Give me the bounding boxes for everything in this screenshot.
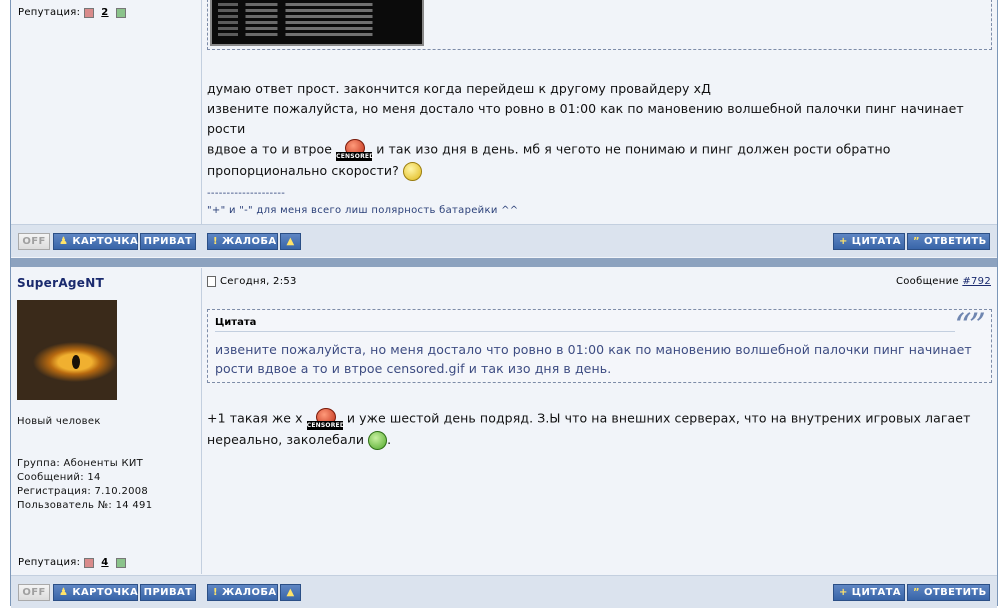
post2-body: +1 такая же х CENSORED и уже шестой день…: [207, 408, 992, 450]
private-message-button[interactable]: ПРИВАТ: [140, 584, 196, 601]
post1-button-row: OFF ♟ КАРТОЧКА ПРИВАТ ! ЖАЛОБА ▲ + ЦИТАТА ”…: [11, 224, 997, 257]
profile-button[interactable]: ♟ КАРТОЧКА: [53, 584, 138, 601]
post-number: Сообщение #792: [896, 276, 991, 287]
reply-button[interactable]: ” ОТВЕТИТЬ: [907, 233, 990, 250]
reputation-label: Репутация:: [18, 7, 81, 18]
screenshot-image[interactable]: [210, 0, 424, 46]
quote-divider: [215, 331, 955, 332]
quote-button-label: ЦИТАТА: [851, 587, 901, 598]
quote-button-label: ЦИТАТА: [851, 236, 901, 247]
user-group: Группа: Абоненты КИТ: [17, 458, 144, 469]
quote-title: Цитата: [215, 317, 257, 328]
online-status-button[interactable]: OFF: [18, 584, 50, 601]
post-text-fragment: вдвое а то и втрое: [207, 141, 333, 157]
post-text-line: +1 такая же х CENSORED и уже шестой день…: [207, 408, 992, 430]
profile-button-label: КАРТОЧКА: [72, 236, 139, 247]
arrow-up-icon: ▲: [286, 587, 295, 598]
signature-separator: --------------------: [207, 188, 286, 199]
post-text-fragment: .: [387, 432, 392, 447]
post-text-fragment: пропорционально скорости?: [207, 163, 399, 178]
user-rank: Новый человек: [17, 416, 101, 427]
exclamation-icon: !: [213, 236, 218, 247]
quote-marks-icon: ”: [913, 236, 920, 247]
online-status-button[interactable]: OFF: [18, 233, 50, 250]
scroll-top-button[interactable]: ▲: [280, 233, 301, 250]
quote-text: извените пожалуйста, но меня достало что…: [215, 340, 985, 378]
scroll-top-button[interactable]: ▲: [280, 584, 301, 601]
quote-marks-icon: ”: [913, 587, 920, 598]
user-icon: ♟: [59, 587, 69, 598]
post-text-fragment: нереально, заколебали: [207, 432, 365, 447]
report-button-label: ЖАЛОБА: [221, 587, 277, 598]
post-text-fragment: и уже шестой день подряд. З.Ы что на вне…: [346, 410, 971, 426]
sick-smiley-icon: [368, 431, 388, 450]
report-button[interactable]: ! ЖАЛОБА: [207, 233, 278, 250]
post-number-label: Сообщение: [895, 276, 959, 287]
post-text-line: нереально, заколебали .: [207, 430, 992, 450]
post-date-header: Сегодня, 2:53: [207, 276, 297, 287]
reputation-label: Репутация:: [18, 557, 81, 568]
post-date: Сегодня, 2:53: [220, 276, 297, 287]
post-text-line: извените пожалуйста, но меня достало что…: [207, 101, 964, 136]
profile-button-label: КАРТОЧКА: [72, 587, 139, 598]
report-button[interactable]: ! ЖАЛОБА: [207, 584, 278, 601]
reputation-plus-icon[interactable]: [115, 557, 126, 568]
reputation-post2: Репутация: 4: [18, 557, 126, 568]
reply-button-label: ОТВЕТИТЬ: [923, 587, 987, 598]
post-author[interactable]: SuperAgeNT: [17, 276, 104, 290]
post-separator-bar: [11, 258, 997, 267]
reputation-plus-icon[interactable]: [115, 7, 126, 18]
post-number-link[interactable]: #792: [962, 276, 991, 287]
post1-body: думаю ответ прост. закончится когда пере…: [207, 79, 992, 181]
censored-smiley-icon: CENSORED: [306, 408, 345, 430]
reply-button[interactable]: ” ОТВЕТИТЬ: [907, 584, 990, 601]
quote-button[interactable]: + ЦИТАТА: [833, 584, 905, 601]
report-button-label: ЖАЛОБА: [221, 236, 277, 247]
censored-smiley-icon: CENSORED: [336, 139, 375, 161]
reply-button-label: ОТВЕТИТЬ: [923, 236, 987, 247]
post-text-line: пропорционально скорости?: [207, 161, 992, 181]
post-text-fragment: +1 такая же х: [207, 410, 303, 426]
reputation-minus-icon[interactable]: [84, 7, 95, 18]
reputation-minus-icon[interactable]: [84, 557, 95, 568]
plus-icon: +: [839, 587, 848, 598]
post-text-fragment: и так изо дня в день. мб я чегото не пон…: [376, 141, 891, 157]
quote-button[interactable]: + ЦИТАТА: [833, 233, 905, 250]
censored-label: CENSORED: [306, 421, 345, 430]
user-icon: ♟: [59, 236, 69, 247]
quote-block: Цитата “” извените пожалуйста, но меня д…: [207, 306, 992, 383]
column-divider: [201, 268, 202, 574]
reputation-value[interactable]: 4: [101, 557, 108, 568]
document-icon: [207, 276, 216, 287]
exclamation-icon: !: [213, 587, 218, 598]
arrow-up-icon: ▲: [286, 236, 295, 247]
user-registration: Регистрация: 7.10.2008: [17, 486, 149, 497]
quote-text-line: рости вдвое а то и втрое censored.gif и …: [215, 361, 612, 376]
user-number: Пользователь №: 14 491: [17, 500, 153, 511]
reputation-value[interactable]: 2: [101, 7, 108, 18]
user-message-count: Сообщений: 14: [17, 472, 101, 483]
post-text-line: вдвое а то и втрое CENSORED и так изо дн…: [207, 139, 992, 161]
avatar: [17, 300, 117, 400]
post2-button-row: OFF ♟ КАРТОЧКА ПРИВАТ ! ЖАЛОБА ▲ + ЦИТАТА ”…: [11, 575, 997, 608]
private-message-button[interactable]: ПРИВАТ: [140, 233, 196, 250]
signature-text: "+" и "-" для меня всего лиш полярность …: [207, 205, 519, 216]
confused-smiley-icon: [402, 162, 422, 181]
plus-icon: +: [839, 236, 848, 247]
reputation-post1: Репутация: 2: [18, 7, 126, 18]
profile-button[interactable]: ♟ КАРТОЧКА: [53, 233, 138, 250]
post-text-line: думаю ответ прост. закончится когда пере…: [207, 81, 711, 96]
quote-text-line: извените пожалуйста, но меня достало что…: [215, 342, 972, 357]
censored-label: CENSORED: [336, 152, 375, 161]
column-divider: [201, 0, 202, 224]
